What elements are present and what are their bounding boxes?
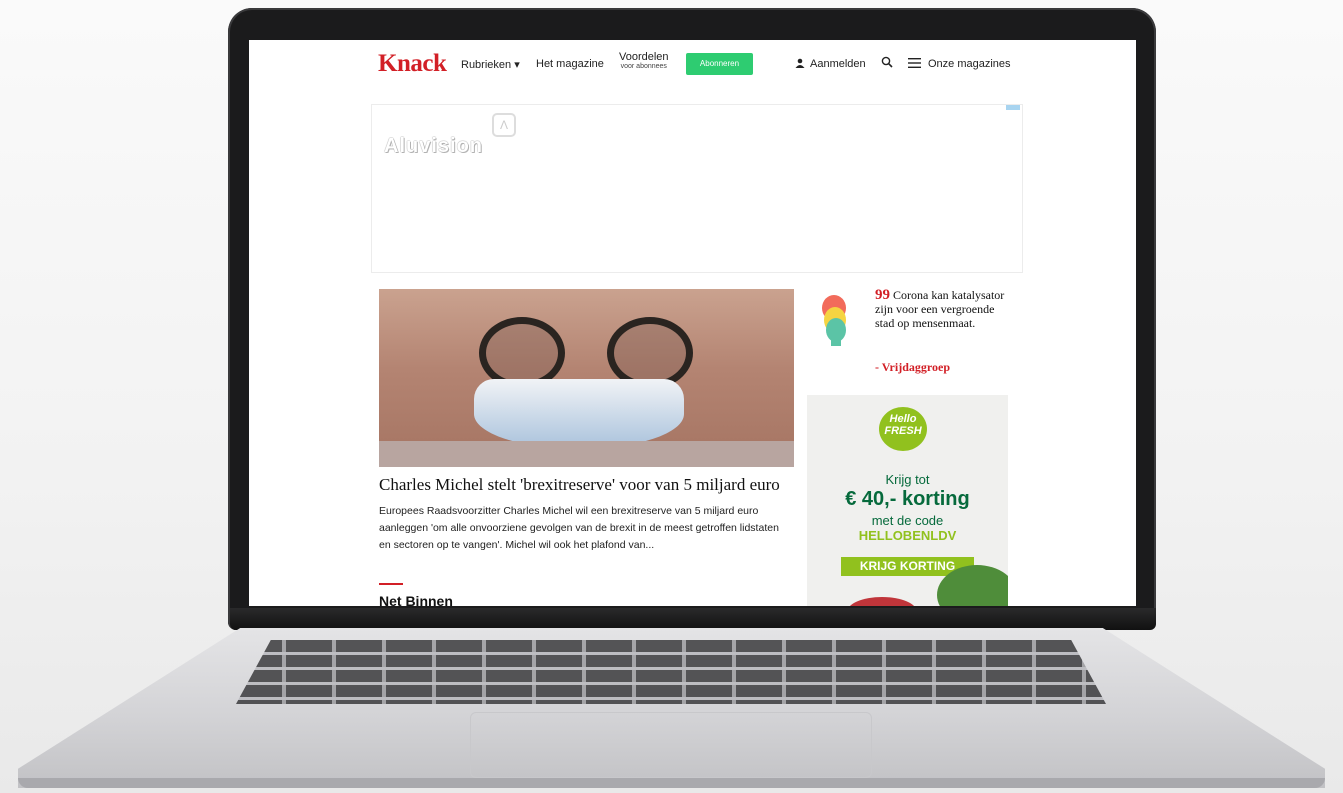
hellofresh-line1: Krijg tot xyxy=(885,472,930,487)
search-icon[interactable] xyxy=(881,56,893,68)
nav-onze-magazines[interactable]: Onze magazines xyxy=(928,58,1011,70)
login-link[interactable]: Aanmelden xyxy=(810,58,866,70)
face-mask xyxy=(474,379,684,449)
hellofresh-discount: € 40,- korting xyxy=(845,488,970,510)
laptop-keyboard xyxy=(236,640,1106,704)
article-summary: Europees Raadsvoorzitter Charles Michel … xyxy=(379,505,779,551)
hellofresh-code: HELLOBENLDV xyxy=(858,528,957,543)
hamburger-menu-icon[interactable] xyxy=(908,58,921,68)
ad-choices-badge[interactable] xyxy=(1006,105,1020,110)
hellofresh-logo-line1: Hello xyxy=(889,413,917,425)
laptop-hinge xyxy=(230,608,1156,630)
nav-rubrieken[interactable]: Rubrieken ▾ xyxy=(461,58,520,71)
site-header: Knack Rubrieken ▾ Het magazine Voordelen… xyxy=(249,40,1136,88)
food-image-2 xyxy=(847,597,917,606)
article-headline[interactable]: Charles Michel stelt 'brexitreserve' voo… xyxy=(379,475,799,495)
top-ad-banner[interactable]: Aluvision Λ xyxy=(371,104,1023,273)
laptop-base-edge xyxy=(18,778,1325,788)
laptop-trackpad xyxy=(470,712,872,778)
foreground-wall xyxy=(379,441,794,467)
hellofresh-logo: Hello FRESH xyxy=(879,407,927,451)
browser-screen: Knack Rubrieken ▾ Het magazine Voordelen… xyxy=(249,40,1136,606)
vrijdaggroep-figure-icon xyxy=(822,295,846,346)
hellofresh-logo-line2: FRESH xyxy=(884,425,922,437)
nav-het-magazine[interactable]: Het magazine xyxy=(536,58,604,70)
nav-voordelen[interactable]: Voordelen voor abonnees xyxy=(619,52,669,72)
voordelen-sublabel: voor abonnees xyxy=(620,63,667,70)
article-hero-image[interactable] xyxy=(379,289,794,467)
section-accent-line xyxy=(379,583,403,585)
net-binnen-title: Net Binnen xyxy=(379,593,453,606)
hellofresh-ad[interactable]: Hello FRESH Krijg tot € 40,- korting met… xyxy=(807,395,1008,606)
knack-logo[interactable]: Knack xyxy=(378,50,447,78)
user-icon[interactable] xyxy=(795,58,805,68)
quote-text: Corona kan katalysator zijn voor een ver… xyxy=(875,288,1005,330)
quote-block: 99 Corona kan katalysator zijn voor een … xyxy=(875,287,1005,331)
subscribe-button[interactable]: Abonneren xyxy=(686,53,753,75)
aluvision-logo: Aluvision xyxy=(384,135,484,157)
quote-author[interactable]: - Vrijdaggroep xyxy=(875,360,950,375)
quote-mark-icon: 99 xyxy=(875,287,890,303)
hellofresh-line3: met de code xyxy=(871,513,944,528)
aluvision-mark-icon: Λ xyxy=(492,113,516,137)
